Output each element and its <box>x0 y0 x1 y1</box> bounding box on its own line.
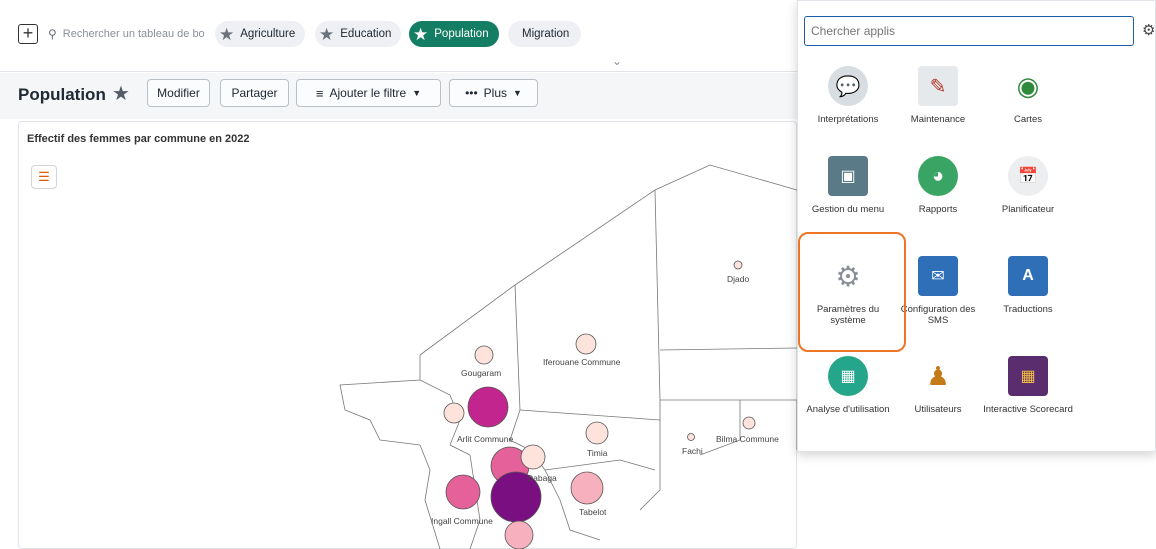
app-usage-analytics[interactable]: ▦ Analyse d'utilisation <box>803 356 893 415</box>
scheduler-icon: 📅 <box>1008 156 1048 196</box>
annotation-highlight <box>798 232 906 352</box>
sms-configuration-icon: ✉ <box>918 256 958 296</box>
map-bubble <box>742 416 756 430</box>
map-bubble <box>474 345 494 365</box>
app-maintenance[interactable]: ✎ Maintenance <box>893 66 983 125</box>
app-label: Interactive Scorecard <box>983 404 1073 415</box>
app-label: Cartes <box>1014 114 1042 125</box>
map[interactable]: Djado Gougaram Iferouane Commune Arlit C… <box>0 0 797 549</box>
app-menu-management[interactable]: ▣ Gestion du menu <box>803 156 893 215</box>
maintenance-icon: ✎ <box>918 66 958 106</box>
app-label: Analyse d'utilisation <box>806 404 890 415</box>
app-scheduler[interactable]: 📅 Planificateur <box>983 156 1073 215</box>
app-label: Planificateur <box>1001 204 1055 215</box>
region-boundary <box>519 409 661 421</box>
map-bubble <box>733 260 743 270</box>
interpretations-icon: 💬 <box>828 66 868 106</box>
app-interpretations[interactable]: 💬 Interprétations <box>803 66 893 125</box>
app-label: Maintenance <box>910 114 966 125</box>
map-bubble <box>443 402 465 424</box>
app-interactive-scorecard[interactable]: ▦ Interactive Scorecard <box>983 356 1073 415</box>
map-label: Gougaram <box>461 368 501 378</box>
map-label: Bilma Commune <box>716 434 779 444</box>
usage-analytics-icon: ▦ <box>828 356 868 396</box>
map-label: Arlit Commune <box>457 434 513 444</box>
map-label: Timia <box>587 448 608 458</box>
app-label: Traductions <box>1003 304 1053 315</box>
apps-search-input[interactable] <box>804 16 1134 46</box>
app-label: Utilisateurs <box>914 404 962 415</box>
app-reports[interactable]: ◕ Rapports <box>893 156 983 215</box>
region-boundary <box>419 444 441 549</box>
app-label: Gestion du menu <box>811 204 885 215</box>
map-bubble <box>687 433 695 441</box>
map-label: Dabaga <box>527 473 557 483</box>
menu-management-icon: ▣ <box>828 156 868 196</box>
map-bubble <box>520 444 546 470</box>
reports-icon: ◕ <box>918 156 958 196</box>
region-boundary <box>419 164 797 356</box>
map-bubble <box>467 386 509 428</box>
app-maps[interactable]: ◉ Cartes <box>983 66 1073 125</box>
app-users[interactable]: ♟ Utilisateurs <box>893 356 983 415</box>
region-boundary <box>699 400 741 456</box>
translations-icon: A <box>1008 256 1048 296</box>
map-label: Djado <box>727 274 749 284</box>
scorecard-icon: ▦ <box>1008 356 1048 396</box>
map-bubble <box>570 471 604 505</box>
region-boundary <box>339 355 421 446</box>
map-label: Fachi <box>682 446 703 456</box>
region-boundary <box>514 284 521 411</box>
app-label: Interprétations <box>817 114 879 125</box>
map-bubble <box>575 333 597 355</box>
gear-icon[interactable]: ⚙ <box>1142 21 1155 39</box>
app-label: Rapports <box>918 204 958 215</box>
map-label: Iferouane Commune <box>543 357 621 367</box>
map-bubble <box>445 474 481 510</box>
region-boundary <box>544 459 656 471</box>
app-label: Configuration des SMS <box>900 304 976 326</box>
region-boundary <box>659 347 797 351</box>
map-label: Tabelot <box>579 507 607 517</box>
users-icon: ♟ <box>918 356 958 396</box>
maps-icon: ◉ <box>1008 66 1048 106</box>
map-bubble <box>504 520 534 549</box>
app-translations[interactable]: A Traductions <box>983 256 1073 315</box>
region-boundary <box>639 189 661 511</box>
map-bubble <box>585 421 609 445</box>
app-sms-configuration[interactable]: ✉ Configuration des SMS <box>893 256 983 326</box>
map-label: Ingall Commune <box>431 516 493 526</box>
